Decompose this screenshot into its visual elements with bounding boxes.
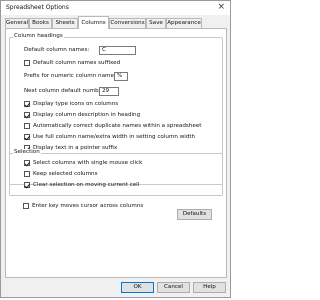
full-column-name-label: Use full column name/extra width in sett…: [33, 133, 196, 140]
clear-selection-label: Clear selection on moving current cell: [33, 181, 140, 188]
auto-correct-duplicates-checkbox[interactable]: [24, 123, 30, 129]
window-title: Spreadsheet Options: [6, 4, 69, 11]
full-column-name-checkbox[interactable]: [24, 134, 30, 140]
next-number-field[interactable]: 29: [99, 87, 119, 96]
display-type-icons-label: Display type icons on columns: [33, 100, 119, 107]
tab-sheets[interactable]: Sheets: [52, 18, 78, 28]
auto-correct-duplicates-label: Automatically correct duplicate names wi…: [33, 122, 202, 129]
columns-panel: Column headings Default column names: C …: [5, 28, 227, 278]
help-button[interactable]: Help: [193, 282, 226, 293]
suffixed-label: Default column names suffixed: [33, 59, 121, 66]
clear-selection-checkbox[interactable]: [24, 182, 30, 188]
display-description-label: Display column description in heading: [33, 111, 141, 118]
close-icon[interactable]: ×: [217, 2, 225, 12]
prefix-label: Prefix for numeric column names:: [24, 73, 119, 79]
tab-columns[interactable]: Columns: [78, 16, 109, 29]
single-click-select-checkbox[interactable]: [24, 160, 30, 166]
title-bar: Spreadsheet Options ×: [1, 1, 230, 15]
column-headings-label: Column headings: [13, 33, 64, 39]
tab-save[interactable]: Save: [146, 18, 166, 28]
ok-button[interactable]: OK: [121, 282, 154, 293]
suffixed-checkbox[interactable]: [24, 60, 30, 66]
prefix-field[interactable]: %: [114, 72, 128, 81]
default-column-names-label: Default column names:: [24, 47, 90, 53]
tab-conversions[interactable]: Conversions: [109, 18, 146, 28]
tab-general[interactable]: General: [5, 18, 29, 28]
selection-label: Selection: [13, 149, 41, 155]
enter-key-label: Enter key moves cursor across columns: [32, 202, 144, 209]
display-description-checkbox[interactable]: [24, 112, 30, 118]
default-column-names-field[interactable]: C: [99, 46, 136, 55]
cancel-button[interactable]: Cancel: [157, 282, 190, 293]
defaults-button[interactable]: Defaults: [177, 209, 212, 220]
next-number-label: Next column default number:: [24, 88, 107, 94]
options-dialog: Spreadsheet Options × General Books Shee…: [0, 0, 231, 298]
selection-group: Selection Select columns with single mou…: [9, 149, 223, 196]
pointer-suffix-label: Display text in a pointer suffix: [33, 144, 118, 151]
tab-appearance[interactable]: Appearance: [166, 18, 202, 28]
enter-key-checkbox[interactable]: [23, 203, 29, 209]
keep-selected-checkbox[interactable]: [24, 171, 30, 177]
tab-books[interactable]: Books: [29, 18, 52, 28]
single-click-select-label: Select columns with single mouse click: [33, 159, 143, 166]
display-type-icons-checkbox[interactable]: [24, 101, 30, 107]
keep-selected-label: Keep selected columns: [33, 170, 98, 177]
